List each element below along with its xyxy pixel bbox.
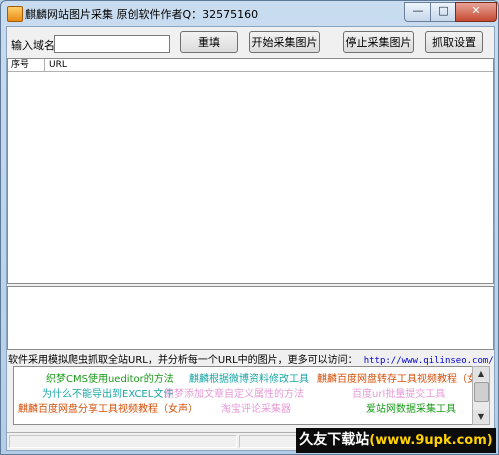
watermark-brand: 久友下载站 [299,432,370,448]
link-item[interactable]: 为什么不能导出到EXCEL文件 [42,385,173,400]
app-window: 麒麟网站图片采集 原创软件作者Q：32575160 — □ ✕ 输入域名 重填 … [0,0,499,455]
scroll-thumb[interactable] [474,382,489,402]
title-bar[interactable]: 麒麟网站图片采集 原创软件作者Q：32575160 — □ ✕ [1,1,498,25]
related-links-panel: 织梦CMS使用ueditor的方法 麒麟根据微博资料修改工具 麒麟百度网盘转存工… [13,366,473,425]
link-item[interactable]: 爱站网数据采集工具 [366,400,456,415]
link-item[interactable]: 麒麟百度网盘转存工具视频教程（女声） [317,370,472,385]
maximize-button[interactable]: □ [430,2,457,22]
watermark-banner: 久友下载站(www.9upk.com) [296,428,496,453]
log-panel[interactable] [7,286,494,350]
link-item[interactable]: 百度url批量提交工具 [352,385,445,400]
link-item[interactable]: 淘宝评论采集器 [221,400,291,415]
reset-button[interactable]: 重填 [180,31,238,53]
client-area: 输入域名 重填 开始采集图片 停止采集图片 抓取设置 序号 URL 软件采用模拟… [6,26,495,451]
status-pane [9,435,237,448]
link-item[interactable]: 织梦CMS使用ueditor的方法 [46,370,174,385]
app-icon [7,6,23,22]
links-scrollbar[interactable]: ▲ ▼ [472,366,490,425]
column-header-url[interactable]: URL [49,59,67,71]
start-capture-button[interactable]: 开始采集图片 [249,31,320,53]
capture-settings-button[interactable]: 抓取设置 [425,31,483,53]
notice-line: 软件采用模拟爬虫抓取全站URL，并分析每一个URL中的图片，更多可以访问： htt… [8,351,494,366]
watermark-site: (www.9upk.com) [369,433,493,448]
results-table[interactable]: 序号 URL [7,58,494,284]
url-label: 输入域名 [11,39,55,52]
scroll-down-icon[interactable]: ▼ [473,410,489,424]
column-divider[interactable] [44,59,45,71]
column-header-index[interactable]: 序号 [11,59,29,71]
link-item[interactable]: 麒麟根据微博资料修改工具 [189,370,309,385]
table-header: 序号 URL [8,59,493,72]
close-button[interactable]: ✕ [455,2,497,22]
stop-capture-button[interactable]: 停止采集图片 [343,31,414,53]
window-title: 麒麟网站图片采集 原创软件作者Q：32575160 [25,8,259,21]
website-link[interactable]: http://www.qilinseo.com/ [364,356,494,366]
scroll-up-icon[interactable]: ▲ [473,367,489,381]
link-item[interactable]: 麒麟百度网盘分享工具视频教程（女声） [18,400,198,415]
link-item[interactable]: 织梦添加文章自定义属性的方法 [164,385,304,400]
notice-text: 软件采用模拟爬虫抓取全站URL，并分析每一个URL中的图片，更多可以访问： [8,355,358,366]
minimize-button[interactable]: — [404,2,432,22]
url-input[interactable] [54,35,170,53]
